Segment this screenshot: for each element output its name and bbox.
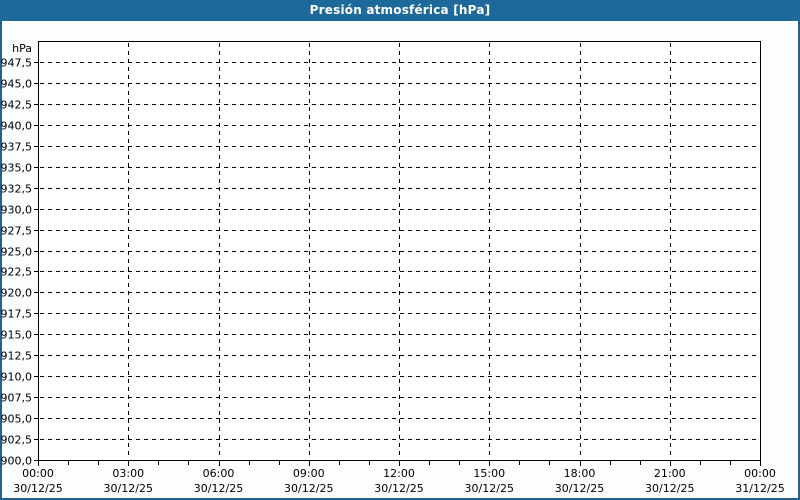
x-axis-time-label: 21:00: [654, 467, 686, 480]
y-axis-tick-label: 927,5: [1, 225, 33, 238]
y-axis-tick-label: 942,5: [1, 99, 33, 112]
y-axis-unit-label: hPa: [12, 42, 32, 55]
x-axis-time-label: 06:00: [203, 467, 235, 480]
y-axis-tick-label: 907,5: [1, 392, 33, 405]
pressure-chart-window: Presión atmosférica [hPa] 947,5 945,0 942,…: [0, 0, 800, 500]
y-axis-tick-label: 905,0: [1, 413, 33, 426]
y-axis-tick-label: 917,5: [1, 308, 33, 321]
x-axis-time-label: 15:00: [473, 467, 505, 480]
y-axis-tick-label: 945,0: [1, 78, 33, 91]
y-axis-tick-label: 920,0: [1, 287, 33, 300]
x-axis-date-label: 30/12/25: [465, 482, 514, 495]
x-axis-date-label: 30/12/25: [555, 482, 604, 495]
y-axis-tick-label: 930,0: [1, 204, 33, 217]
x-axis-date-label: 30/12/25: [13, 482, 62, 495]
x-axis-date-label: 30/12/25: [194, 482, 243, 495]
x-axis-time-label: 00:00: [744, 467, 776, 480]
y-axis-tick-label: 922,5: [1, 266, 33, 279]
y-axis-tick-label: 925,0: [1, 246, 33, 259]
pressure-chart: 947,5 945,0 942,5 940,0 937,5 935,0 932,5 930,0…: [1, 41, 785, 495]
x-axis-time-label: 09:00: [293, 467, 325, 480]
y-axis-tick-label: 937,5: [1, 141, 33, 154]
x-axis-date-label: 31/12/25: [735, 482, 784, 495]
x-axis-time-label: 00:00: [22, 467, 54, 480]
x-axis-date-label: 30/12/25: [104, 482, 153, 495]
y-axis-tick-label: 900,0: [1, 455, 33, 468]
y-axis-tick-label: 932,5: [1, 183, 33, 196]
x-axis-date-label: 30/12/25: [284, 482, 333, 495]
y-axis-tick-label: 940,0: [1, 120, 33, 133]
x-axis-time-label: 03:00: [112, 467, 144, 480]
y-axis-tick-label: 947,5: [1, 57, 33, 70]
y-axis-tick-label: 935,0: [1, 162, 33, 175]
y-axis-tick-label: 915,0: [1, 329, 33, 342]
y-axis-tick-label: 910,0: [1, 371, 33, 384]
y-axis-tick-label: 912,5: [1, 350, 33, 363]
x-axis-time-label: 12:00: [383, 467, 415, 480]
x-axis-date-label: 30/12/25: [374, 482, 423, 495]
x-axis-date-label: 30/12/25: [645, 482, 694, 495]
x-axis-time-label: 18:00: [564, 467, 596, 480]
y-axis-tick-label: 902,5: [1, 434, 33, 447]
